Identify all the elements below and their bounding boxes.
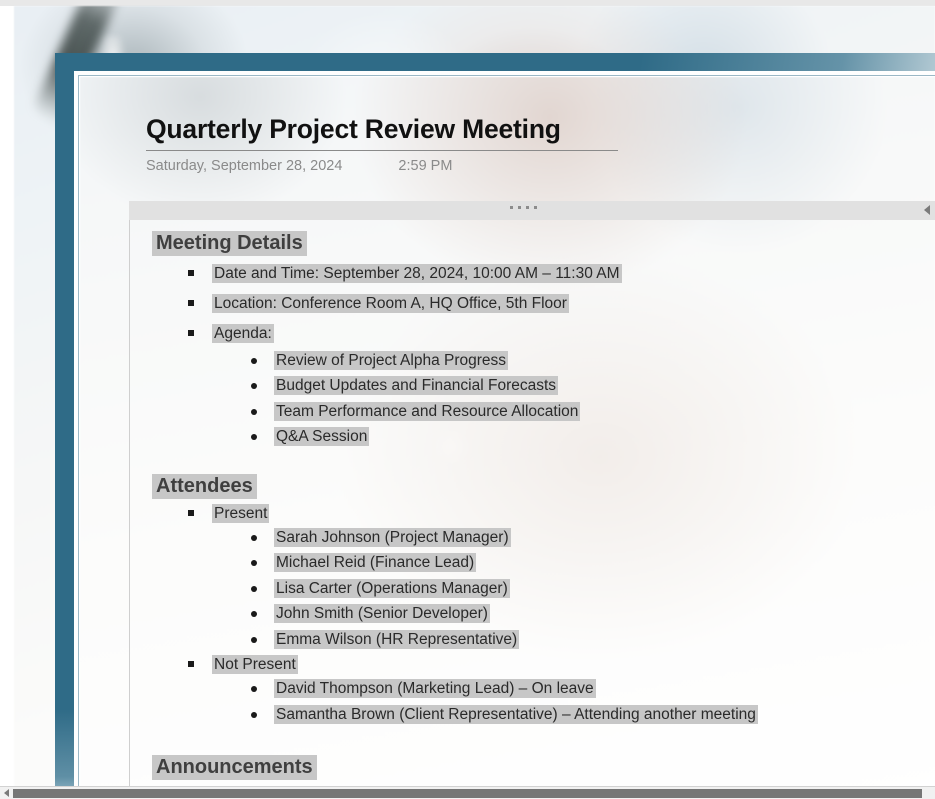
list-item-text: Team Performance and Resource Allocation [274, 401, 581, 421]
scrollbar-thumb[interactable] [13, 788, 922, 798]
document-content: Meeting Details Date and Time: September… [130, 220, 935, 799]
attendees-not-present-group: Not Present [130, 653, 935, 677]
list-item-text: Q&A Session [274, 427, 370, 447]
page-title: Quarterly Project Review Meeting [146, 114, 561, 144]
panel-scroll-arrows[interactable] [924, 205, 935, 215]
handle-dot [518, 206, 521, 209]
section-heading-text: Attendees [152, 473, 257, 499]
attendees-present-list: Sarah Johnson (Project Manager) Michael … [130, 526, 935, 653]
list-item-text: Date and Time: September 28, 2024, 10:00… [212, 264, 622, 283]
list-item: Michael Reid (Finance Lead) [248, 551, 935, 576]
scrollbar-left-arrow-icon[interactable] [4, 789, 9, 797]
list-item: Emma Wilson (HR Representative) [248, 628, 935, 653]
document-subline: Saturday, September 28, 2024 2:59 PM [146, 158, 646, 174]
list-item-text: Sarah Johnson (Project Manager) [274, 527, 511, 547]
list-item: Review of Project Alpha Progress [248, 349, 935, 374]
list-item-text: Samantha Brown (Client Representative) –… [274, 704, 758, 724]
list-item: Samantha Brown (Client Representative) –… [248, 703, 935, 728]
list-item-text: Lisa Carter (Operations Manager) [274, 578, 510, 598]
triangle-left-icon[interactable] [924, 205, 930, 215]
list-item-text: John Smith (Senior Developer) [274, 604, 490, 624]
section-heading-text: Announcements [152, 755, 317, 781]
agenda-list: Review of Project Alpha Progress Budget … [130, 349, 935, 451]
document-time: 2:59 PM [398, 158, 453, 175]
list-item: Location: Conference Room A, HQ Office, … [186, 289, 935, 319]
document-viewer-window: Quarterly Project Review Meeting Saturda… [0, 0, 935, 799]
section-heading-attendees: Attendees [152, 473, 935, 500]
list-item-text: Michael Reid (Finance Lead) [274, 553, 477, 573]
handle-dot [534, 206, 537, 209]
horizontal-scrollbar[interactable] [0, 786, 935, 799]
list-item-text: David Thompson (Marketing Lead) – On lea… [274, 679, 596, 699]
section-heading-meeting-details: Meeting Details [152, 230, 935, 257]
list-item: Budget Updates and Financial Forecasts [248, 374, 935, 399]
list-item: John Smith (Senior Developer) [248, 602, 935, 627]
list-item: Date and Time: September 28, 2024, 10:00… [186, 259, 935, 289]
list-item: David Thompson (Marketing Lead) – On lea… [248, 677, 935, 702]
list-item-text: Emma Wilson (HR Representative) [274, 629, 520, 649]
list-item-text: Budget Updates and Financial Forecasts [274, 376, 559, 396]
scrollbar-track[interactable] [13, 788, 931, 798]
content-scroll-panel[interactable]: Meeting Details Date and Time: September… [129, 201, 935, 799]
list-item: Team Performance and Resource Allocation [248, 400, 935, 425]
handle-dot [510, 206, 513, 209]
panel-top-bar[interactable] [129, 201, 935, 220]
panel-drag-handle-icon[interactable] [510, 206, 537, 209]
list-item: Sarah Johnson (Project Manager) [248, 526, 935, 551]
document-date: Saturday, September 28, 2024 [146, 158, 343, 175]
list-item-text: Present [212, 503, 270, 523]
document-header: Quarterly Project Review Meeting Saturda… [146, 114, 646, 174]
decorative-teal-frame: Quarterly Project Review Meeting Saturda… [55, 53, 935, 799]
section-heading-announcements: Announcements [152, 754, 935, 781]
list-item: Not Present [186, 653, 935, 677]
list-item-text: Not Present [212, 655, 298, 675]
list-item-text: Location: Conference Room A, HQ Office, … [212, 294, 569, 313]
list-item: Present [186, 502, 935, 526]
meeting-details-list: Date and Time: September 28, 2024, 10:00… [130, 259, 935, 349]
handle-dot [526, 206, 529, 209]
list-item-text: Review of Project Alpha Progress [274, 351, 509, 370]
attendees-not-present-list: David Thompson (Marketing Lead) – On lea… [130, 677, 935, 728]
title-divider [146, 150, 618, 152]
panel-body: Meeting Details Date and Time: September… [129, 220, 935, 799]
section-heading-text: Meeting Details [152, 231, 307, 256]
document-page: Quarterly Project Review Meeting Saturda… [80, 77, 935, 799]
attendees-present-group: Present [130, 502, 935, 526]
list-item: Agenda: [186, 319, 935, 349]
list-item-text: Agenda: [212, 324, 274, 343]
list-item: Lisa Carter (Operations Manager) [248, 577, 935, 602]
list-item: Q&A Session [248, 425, 935, 450]
